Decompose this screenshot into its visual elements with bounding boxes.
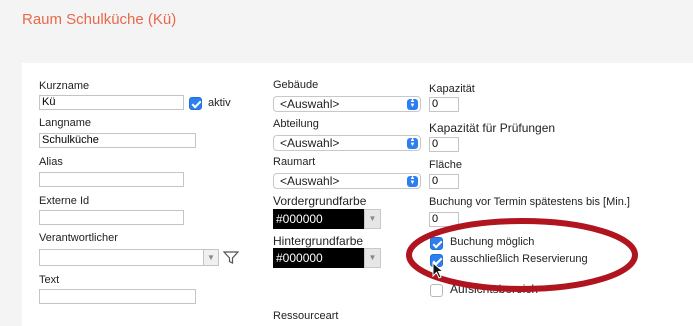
externe-id-input[interactable] <box>39 210 184 225</box>
text-input[interactable] <box>39 289 196 304</box>
alias-label: Alias <box>39 156 63 168</box>
verantwortlicher-label: Verantwortlicher <box>39 232 118 244</box>
raumart-label: Raumart <box>273 156 316 168</box>
highlight-ellipse <box>406 218 638 292</box>
buchung-termin-label: Buchung vor Termin spätestens bis [Min.] <box>429 196 630 208</box>
chevron-down-icon[interactable]: ▼ <box>364 248 381 268</box>
kapazitaet-pruefungen-input[interactable]: 0 <box>429 137 459 152</box>
kapazitaet-pruefungen-label: Kapazität für Prüfungen <box>429 121 556 135</box>
select-arrows-icon: ▲ ▼ <box>407 137 418 149</box>
room-form-panel: Kurzname Kü aktiv Langname Schulküche Al… <box>22 63 693 326</box>
page-title: Raum Schulküche (Kü) <box>22 11 177 28</box>
gebaeude-select-value: <Auswahl> <box>280 97 340 111</box>
verantwortlicher-combo[interactable] <box>39 249 204 266</box>
raumart-select-value: <Auswahl> <box>280 174 340 188</box>
hintergrundfarbe-value[interactable]: #000000 <box>273 248 364 268</box>
abteilung-select[interactable]: <Auswahl> ▲ ▼ <box>273 135 421 151</box>
abteilung-label: Abteilung <box>273 118 319 130</box>
select-arrows-icon: ▲ ▼ <box>407 98 418 110</box>
hintergrundfarbe-label: Hintergrundfarbe <box>273 234 364 248</box>
kurzname-label: Kurzname <box>39 80 90 92</box>
vordergrundfarbe-label: Vordergrundfarbe <box>273 194 367 208</box>
filter-icon[interactable] <box>222 250 240 268</box>
kurzname-input[interactable]: Kü <box>39 95 184 110</box>
raumart-select[interactable]: <Auswahl> ▲ ▼ <box>273 173 421 189</box>
abteilung-select-value: <Auswahl> <box>280 136 340 150</box>
cursor-arrow-icon <box>432 262 445 279</box>
chevron-down-icon[interactable]: ▼ <box>364 209 381 229</box>
externe-id-label: Externe Id <box>39 195 90 207</box>
langname-label: Langname <box>39 117 91 129</box>
ressourceart-label: Ressourceart <box>273 310 339 322</box>
text-label: Text <box>39 274 60 286</box>
alias-input[interactable] <box>39 172 184 187</box>
kapazitaet-input[interactable]: 0 <box>429 97 459 112</box>
chevron-down-icon[interactable]: ▼ <box>203 249 219 266</box>
gebaeude-label: Gebäude <box>273 79 319 91</box>
vordergrundfarbe-value[interactable]: #000000 <box>273 209 364 229</box>
langname-input[interactable]: Schulküche <box>39 133 196 148</box>
aktiv-label: aktiv <box>208 97 231 109</box>
flaeche-label: Fläche <box>429 159 463 171</box>
flaeche-input[interactable]: 0 <box>429 174 459 189</box>
kapazitaet-label: Kapazität <box>429 83 475 95</box>
gebaeude-select[interactable]: <Auswahl> ▲ ▼ <box>273 96 421 112</box>
aktiv-checkbox[interactable] <box>189 97 202 110</box>
select-arrows-icon: ▲ ▼ <box>407 175 418 187</box>
